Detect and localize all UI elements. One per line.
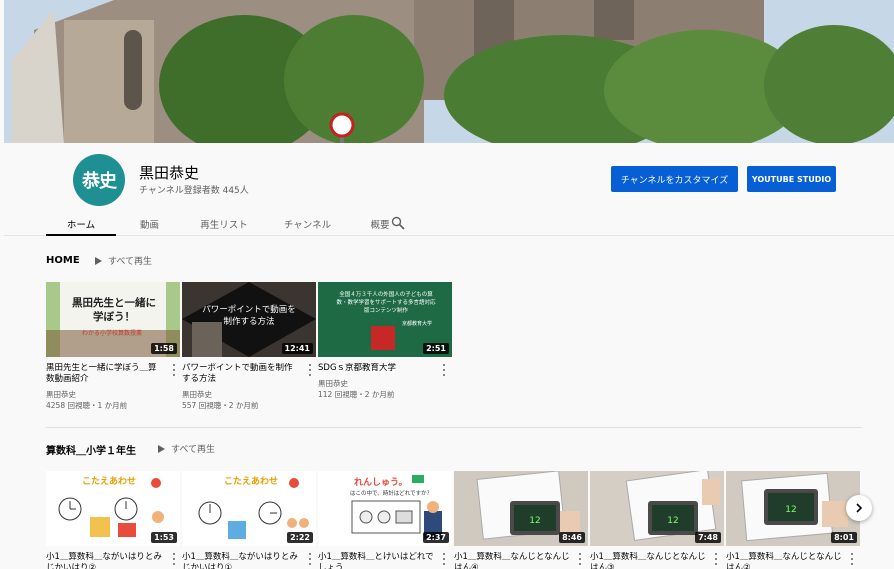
video-thumbnail[interactable]: 12 8:46 xyxy=(454,471,588,546)
video-duration: 2:37 xyxy=(423,532,449,543)
play-all-button[interactable]: すべて再生 xyxy=(95,254,152,267)
customize-channel-button[interactable]: チャンネルをカスタマイズ xyxy=(611,166,738,192)
search-icon[interactable] xyxy=(391,216,405,230)
video-duration: 1:53 xyxy=(151,532,177,543)
video-meta: 4258 回視聴・1 か月前 xyxy=(46,401,128,410)
play-icon xyxy=(158,444,165,453)
thumbnail-text: パワーポイントで動画を制作する方法 xyxy=(202,305,296,327)
thumbnail-text: 全国４万３千人の外国人の子どもの算数・数学学習をサポートする多言語対応版コンテン… xyxy=(336,292,436,314)
thumbnail-subtext: わかる小学校算数授業 xyxy=(82,330,143,337)
more-options-icon[interactable] xyxy=(171,364,177,376)
subscriber-count: チャンネル登録者数 445人 xyxy=(139,186,249,196)
section-title-math: 算数科＿小学１年生 xyxy=(46,446,136,457)
channel-header: 恭史 黒田恭史 チャンネル登録者数 445人 チャンネルをカスタマイズ YOUT… xyxy=(4,143,894,236)
video-thumbnail[interactable]: 12 8:01 xyxy=(726,471,860,546)
tab-home[interactable]: ホーム xyxy=(46,212,116,236)
svg-text:12: 12 xyxy=(667,516,678,526)
play-all-button[interactable]: すべて再生 xyxy=(158,442,215,455)
more-options-icon[interactable] xyxy=(307,553,313,565)
video-meta: 557 回視聴・2 か月前 xyxy=(182,401,259,410)
thumbnail-subtext: 京都教育大学 xyxy=(402,321,433,327)
channel-tabs: ホーム 動画 再生リスト チャンネル 概要 xyxy=(46,212,410,236)
video-channel[interactable]: 黒田恭史 xyxy=(46,389,76,400)
section-title-home: HOME xyxy=(46,255,80,266)
video-title[interactable]: パワーポイントで動画を制作する方法 xyxy=(182,363,300,385)
video-thumbnail[interactable]: パワーポイントで動画を制作する方法 12:41 xyxy=(182,282,316,357)
more-options-icon[interactable] xyxy=(441,553,447,565)
video-thumbnail[interactable]: こたえあわせ 1:53 xyxy=(46,471,180,546)
play-all-label: すべて再生 xyxy=(108,257,153,267)
more-options-icon[interactable] xyxy=(577,553,583,565)
video-title[interactable]: 小1＿算数科＿とけいはどれでしょう xyxy=(318,552,436,569)
more-options-icon[interactable] xyxy=(713,553,719,565)
more-options-icon[interactable] xyxy=(171,553,177,565)
tab-videos[interactable]: 動画 xyxy=(116,212,183,236)
section-divider xyxy=(46,427,862,428)
avatar[interactable]: 恭史 xyxy=(73,154,125,206)
svg-text:12: 12 xyxy=(785,505,796,515)
youtube-studio-button[interactable]: YOUTUBE STUDIO xyxy=(747,166,836,192)
video-thumbnail[interactable]: れんしゅう。 はこの中で、時計はどれですか？ 2:37 xyxy=(318,471,452,546)
channel-name: 黒田恭史 xyxy=(139,164,200,182)
thumbnail-text: 黒田先生と一緒に学ぼう！ xyxy=(72,297,156,323)
video-thumbnail[interactable]: 黒田先生と一緒に学ぼう！ わかる小学校算数授業 1:58 xyxy=(46,282,180,357)
thumbnail-text: こたえあわせ xyxy=(82,477,137,487)
video-thumbnail[interactable]: 全国４万３千人の外国人の子どもの算数・数学学習をサポートする多言語対応版コンテン… xyxy=(318,282,452,357)
video-channel[interactable]: 黒田恭史 xyxy=(182,389,212,400)
more-options-icon[interactable] xyxy=(307,364,313,376)
video-channel[interactable]: 黒田恭史 xyxy=(318,378,348,389)
thumbnail-text: れんしゅう。 xyxy=(354,478,408,488)
video-meta: 112 回視聴・2 か月前 xyxy=(318,390,395,399)
video-duration: 8:46 xyxy=(559,532,585,543)
video-title[interactable]: 小1＿算数科＿ながいはりとみじかいはり① xyxy=(182,552,300,569)
channel-banner xyxy=(4,0,894,143)
channel-page: 恭史 黒田恭史 チャンネル登録者数 445人 チャンネルをカスタマイズ YOUT… xyxy=(0,0,894,569)
svg-text:12: 12 xyxy=(529,516,540,526)
tab-playlists[interactable]: 再生リスト xyxy=(183,212,265,236)
video-title[interactable]: 小1＿算数科＿ながいはりとみじかいはり② xyxy=(46,552,164,569)
play-all-label: すべて再生 xyxy=(171,445,216,455)
play-icon xyxy=(95,256,102,265)
video-title[interactable]: 小1＿算数科＿なんじとなんじはん② xyxy=(726,552,844,569)
video-title[interactable]: 小1＿算数科＿なんじとなんじはん③ xyxy=(590,552,708,569)
video-title[interactable]: 黒田先生と一緒に学ぼう＿算数動画紹介 xyxy=(46,363,164,385)
thumbnail-subtext: はこの中で、時計はどれですか？ xyxy=(350,491,433,497)
tab-channels[interactable]: チャンネル xyxy=(265,212,350,236)
video-thumbnail[interactable]: 12 7:48 xyxy=(590,471,724,546)
video-duration: 2:51 xyxy=(423,343,449,354)
video-duration: 2:22 xyxy=(287,532,313,543)
video-duration: 12:41 xyxy=(281,343,313,354)
more-options-icon[interactable] xyxy=(441,364,447,376)
video-duration: 1:58 xyxy=(151,343,177,354)
video-duration: 8:01 xyxy=(831,532,857,543)
video-thumbnail[interactable]: こたえあわせ 2:22 xyxy=(182,471,316,546)
more-options-icon[interactable] xyxy=(849,553,855,565)
video-duration: 7:48 xyxy=(695,532,721,543)
thumbnail-text: こたえあわせ xyxy=(224,477,279,487)
video-title[interactable]: 小1＿算数科＿なんじとなんじはん④ xyxy=(454,552,572,569)
video-title[interactable]: SDGｓ京都教育大学 xyxy=(318,363,436,375)
chevron-right-icon xyxy=(856,503,863,513)
next-button[interactable] xyxy=(846,495,872,521)
